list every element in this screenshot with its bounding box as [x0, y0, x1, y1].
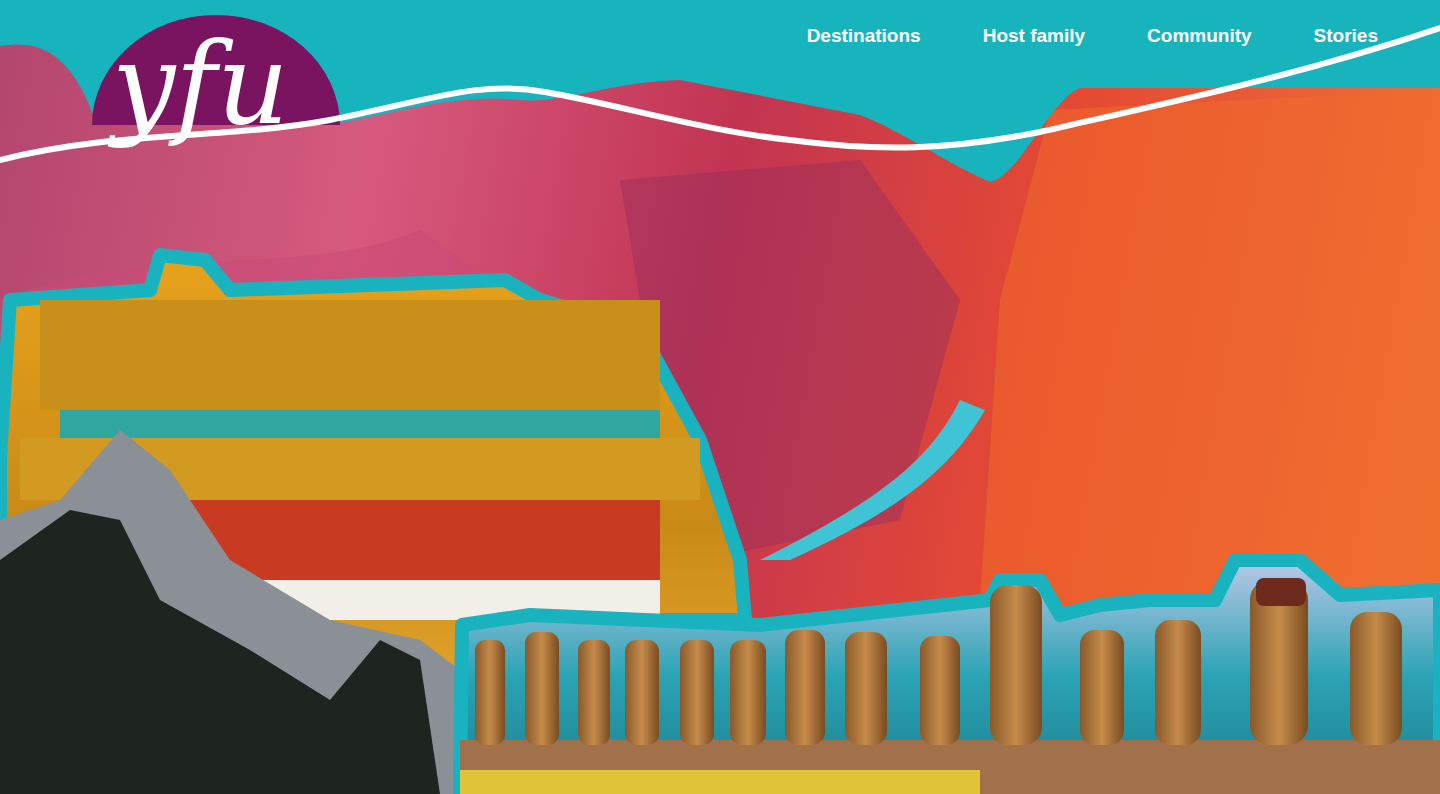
page: yfu Destinations Host family Community Stori… — [0, 0, 1440, 794]
palace-photo — [0, 255, 745, 794]
moai-statue — [525, 632, 559, 745]
moai-statue — [730, 640, 766, 745]
moai-statue — [1080, 630, 1124, 745]
moai-statue — [785, 630, 825, 745]
logo[interactable]: yfu — [0, 0, 289, 140]
moai-statue — [680, 640, 714, 745]
site-header: yfu Destinations Host family Community Stori… — [0, 0, 1440, 140]
moai-statue — [1350, 612, 1402, 745]
moai-photo — [460, 560, 1440, 794]
nav-item[interactable]: Destinations — [807, 22, 921, 51]
header-band — [0, 0, 1440, 182]
moai-statue — [475, 640, 505, 745]
main-nav: Destinations Host family Community Stories — [807, 0, 1440, 51]
nav-item[interactable]: Community — [1147, 22, 1252, 51]
nav-item[interactable]: Host family — [983, 22, 1085, 51]
moai-statue — [990, 585, 1042, 745]
nav-item[interactable]: Stories — [1314, 22, 1378, 51]
moai-statue — [625, 640, 659, 745]
moai-statue — [845, 632, 887, 745]
moai-statue — [578, 640, 610, 745]
moai-statue — [1155, 620, 1201, 745]
moai-statue — [920, 636, 960, 745]
